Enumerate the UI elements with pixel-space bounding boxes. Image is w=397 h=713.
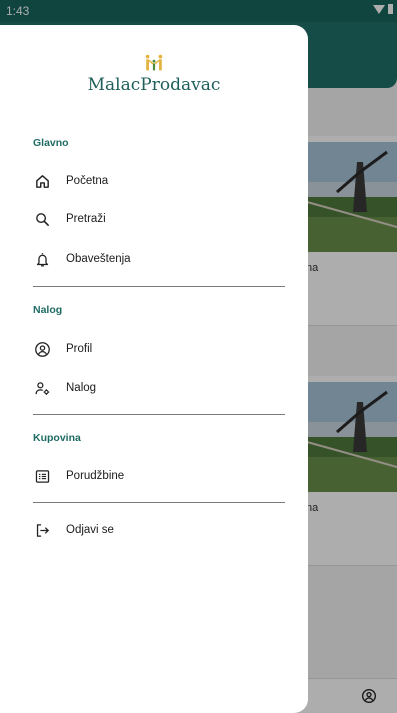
- logout-icon: [32, 520, 52, 540]
- orders-list-icon: [32, 466, 52, 486]
- section-title-kupovina: Kupovina: [33, 432, 81, 444]
- navigation-drawer: MalacProdavac Glavno Početna Pretraži Ob…: [0, 25, 308, 713]
- family-logo-icon: [145, 54, 163, 71]
- menu-item-home[interactable]: Početna: [24, 163, 294, 199]
- menu-item-label: Porudžbine: [66, 470, 125, 482]
- menu-item-search[interactable]: Pretraži: [24, 201, 294, 237]
- section-title-glavno: Glavno: [33, 137, 69, 149]
- menu-item-label: Početna: [66, 175, 109, 187]
- account-circle-icon: [32, 339, 52, 359]
- divider: [33, 286, 285, 287]
- section-title-nalog: Nalog: [33, 304, 63, 316]
- menu-item-notifications[interactable]: Obaveštenja: [24, 241, 294, 277]
- menu-item-label: Odjavi se: [66, 524, 114, 536]
- menu-item-account[interactable]: Nalog: [24, 370, 294, 406]
- menu-item-label: Profil: [66, 343, 93, 355]
- menu-item-orders[interactable]: Porudžbine: [24, 458, 294, 494]
- menu-item-profile[interactable]: Profil: [24, 331, 294, 367]
- menu-item-label: Obaveštenja: [66, 253, 131, 265]
- account-settings-icon: [32, 378, 52, 398]
- menu-item-label: Nalog: [66, 382, 97, 394]
- bell-icon: [32, 249, 52, 269]
- app-name: MalacProdavac: [87, 75, 221, 95]
- app-logo: MalacProdavac: [0, 52, 308, 95]
- search-icon: [32, 209, 52, 229]
- divider: [33, 414, 285, 415]
- menu-item-label: Pretraži: [66, 213, 106, 225]
- home-icon: [32, 171, 52, 191]
- divider: [33, 502, 285, 503]
- menu-item-logout[interactable]: Odjavi se: [24, 512, 294, 548]
